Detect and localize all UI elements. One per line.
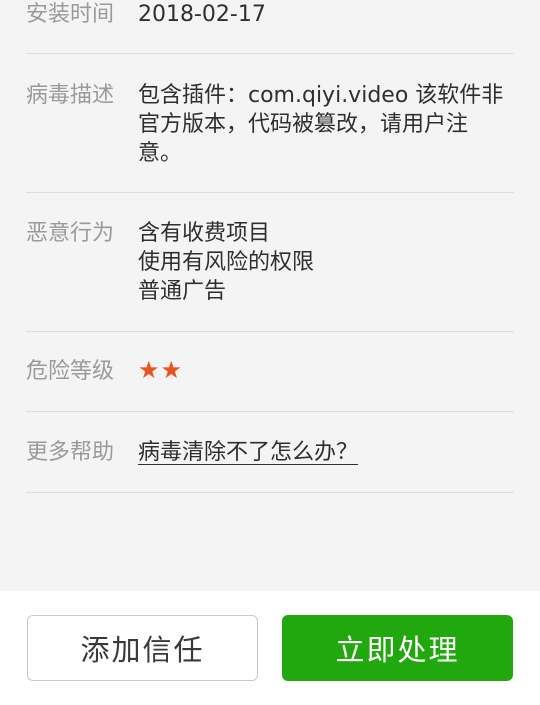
add-trust-button[interactable]: 添加信任 bbox=[27, 615, 258, 681]
virus-detail-page: 安装时间 2018-02-17 病毒描述 包含插件：com.qiyi.video… bbox=[0, 0, 540, 705]
more-help-label: 更多帮助 bbox=[26, 440, 115, 465]
more-help-row: 更多帮助 病毒清除不了怎么办？ bbox=[26, 412, 514, 493]
risk-level-value: ★★ bbox=[138, 356, 514, 386]
virus-description-line-1: 包含插件：com.qiyi.video 该软件非 bbox=[138, 83, 504, 108]
install-time-row: 安装时间 2018-02-17 bbox=[26, 0, 514, 54]
more-help-value: 病毒清除不了怎么办？ bbox=[138, 438, 514, 467]
virus-description-row: 病毒描述 包含插件：com.qiyi.video 该软件非 官方版本，代码被篡改… bbox=[26, 54, 514, 193]
virus-description-line-3: 意。 bbox=[138, 141, 183, 166]
install-time-value: 2018-02-17 bbox=[138, 2, 266, 27]
risk-level-row: 危险等级 ★★ bbox=[26, 332, 514, 412]
malicious-behavior-row: 恶意行为 含有收费项目 使用有风险的权限 普通广告 bbox=[26, 193, 514, 332]
process-now-button[interactable]: 立即处理 bbox=[282, 615, 513, 681]
risk-level-label: 危险等级 bbox=[26, 359, 115, 384]
virus-removal-help-link[interactable]: 病毒清除不了怎么办？ bbox=[138, 440, 358, 465]
malicious-behavior-item: 使用有风险的权限 bbox=[138, 250, 315, 275]
risk-stars-icon: ★★ bbox=[138, 356, 184, 384]
virus-description-line-2: 官方版本，代码被篡改，请用户注 bbox=[138, 112, 469, 137]
virus-description-value: 包含插件：com.qiyi.video 该软件非 官方版本，代码被篡改，请用户注… bbox=[138, 81, 514, 168]
malicious-behavior-item: 普通广告 bbox=[138, 279, 227, 304]
install-time-label: 安装时间 bbox=[26, 2, 115, 27]
malicious-behavior-item: 含有收费项目 bbox=[138, 221, 271, 246]
virus-description-label: 病毒描述 bbox=[26, 83, 115, 108]
malicious-behavior-value: 含有收费项目 使用有风险的权限 普通广告 bbox=[138, 219, 514, 306]
action-bar: 添加信任 立即处理 bbox=[0, 591, 540, 705]
malicious-behavior-label: 恶意行为 bbox=[26, 221, 115, 246]
